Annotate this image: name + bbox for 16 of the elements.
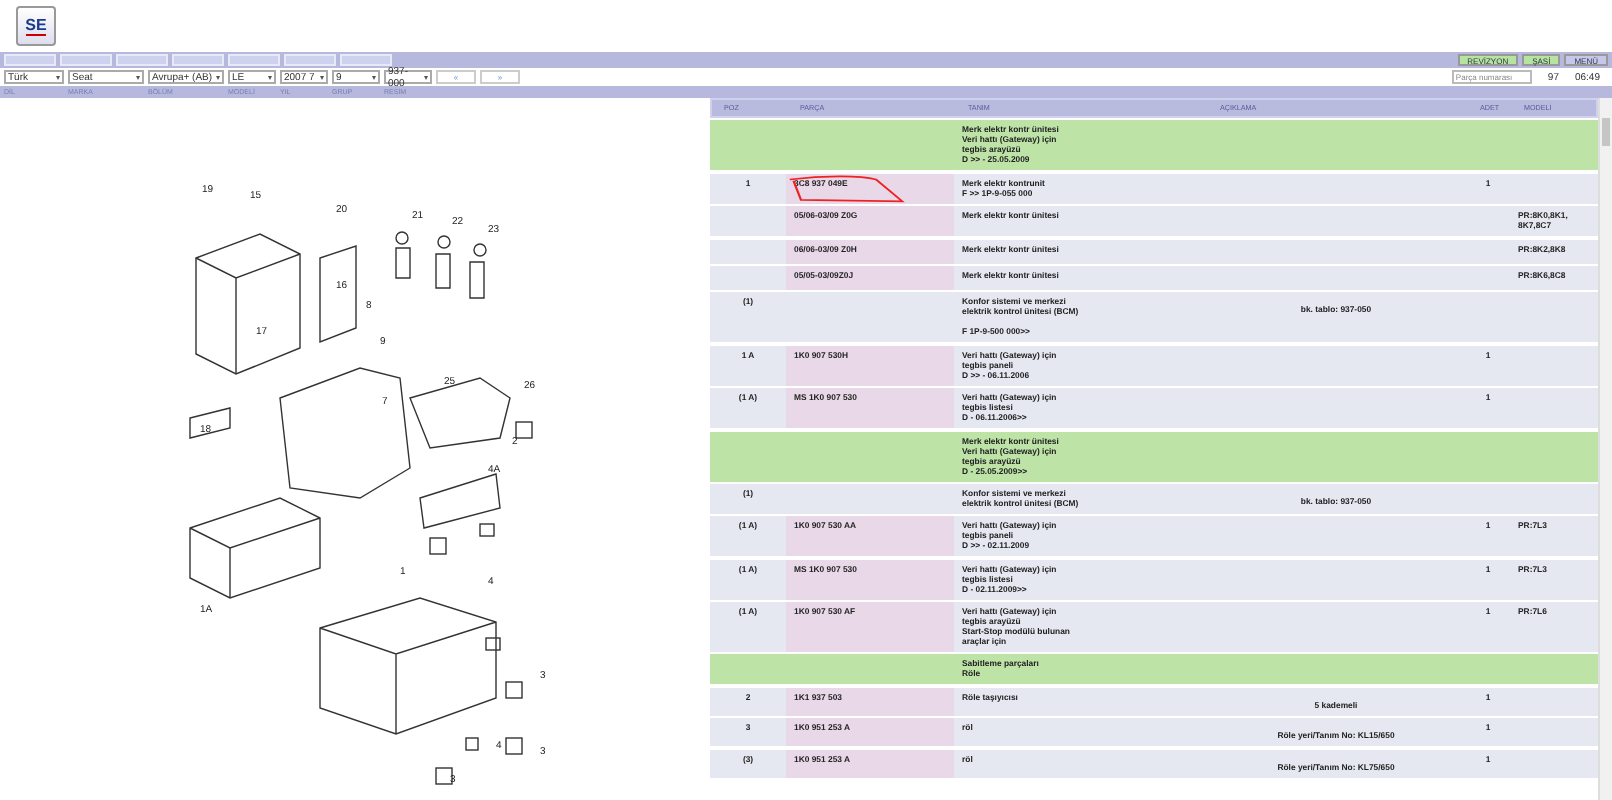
caret-icon xyxy=(136,75,140,79)
caret-icon xyxy=(268,75,272,79)
scrollbar[interactable] xyxy=(1598,98,1612,800)
tab[interactable] xyxy=(60,54,112,66)
caret-icon xyxy=(372,75,376,79)
caret-icon xyxy=(424,75,428,79)
tab[interactable] xyxy=(4,54,56,66)
tab[interactable] xyxy=(172,54,224,66)
tab[interactable] xyxy=(116,54,168,66)
tab[interactable] xyxy=(340,54,392,66)
tab[interactable] xyxy=(228,54,280,66)
tab[interactable] xyxy=(284,54,336,66)
caret-icon xyxy=(56,75,60,79)
logo[interactable]: SE xyxy=(16,6,56,46)
caret-icon xyxy=(320,75,324,79)
caret-icon xyxy=(216,75,220,79)
